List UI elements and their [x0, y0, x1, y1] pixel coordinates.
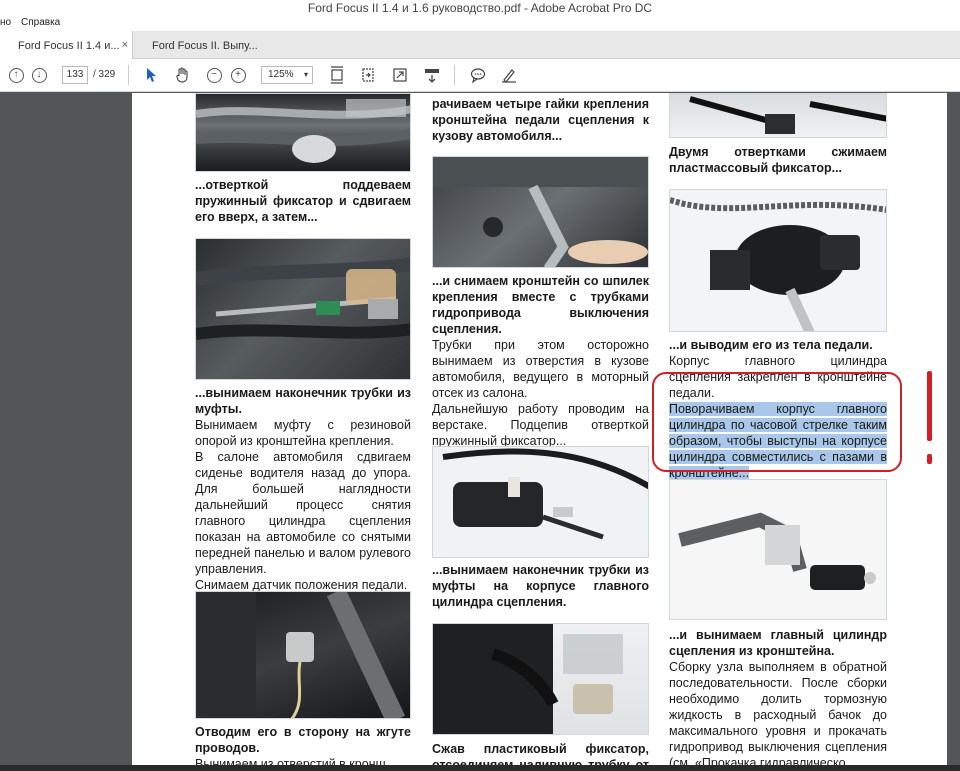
caption: ...и выводим его из тела педали.	[669, 338, 873, 352]
title-bar: Ford Focus II 1.4 и 1.6 руководство.pdf …	[0, 0, 960, 16]
zoom-in-icon[interactable]: +	[228, 65, 248, 85]
arrow-up-circle-icon[interactable]: ↑	[6, 65, 26, 85]
tab-bar: Ford Focus II 1.4 и... × Ford Focus II. …	[0, 31, 960, 59]
close-icon[interactable]: ×	[122, 39, 128, 51]
caption: рачиваем четыре гайки крепления кронштей…	[432, 97, 649, 143]
scroll-mode-icon[interactable]	[422, 65, 442, 85]
caption: Двумя отвертками сжимаем пластмассовый ф…	[669, 145, 887, 175]
zoom-out-icon[interactable]: −	[204, 65, 224, 85]
caption: ...вынимаем наконечник трубки из муфты н…	[432, 563, 649, 609]
taskbar	[0, 765, 960, 771]
photo-screwdrivers	[669, 93, 887, 138]
fit-page-icon[interactable]	[327, 65, 347, 85]
pointer-icon[interactable]	[142, 65, 162, 85]
toolbar-separator	[454, 65, 455, 85]
photo-pedal-sensor	[195, 591, 411, 719]
photo-pedal-bracket	[432, 156, 649, 268]
sign-icon[interactable]	[499, 65, 519, 85]
comment-icon[interactable]	[468, 65, 488, 85]
tab-label: Ford Focus II 1.4 и...	[18, 40, 120, 52]
photo-plastic-clip	[669, 189, 887, 332]
zoom-value: 125%	[268, 69, 294, 80]
caption: ...и снимаем кронштейн со шпилек креплен…	[432, 274, 649, 336]
paragraph: В салоне автомобиля сдвигаем сиденье вод…	[195, 450, 411, 576]
annotation-exclamation-dot	[927, 454, 932, 464]
fullscreen-icon[interactable]	[390, 65, 410, 85]
paragraph: Дальнейшую работу проводим на верстаке. …	[432, 402, 649, 448]
paragraph: Сборку узла выполняем в обратной последо…	[669, 660, 887, 770]
photo-filler-tube	[432, 623, 649, 735]
page-number-input[interactable]: 133	[62, 66, 88, 84]
page-count: / 329	[93, 69, 116, 80]
photo-master-cylinder-tube	[432, 446, 649, 558]
annotation-exclamation-bar	[927, 371, 932, 441]
chevron-down-icon: ▾	[303, 70, 308, 79]
annotation-box	[652, 372, 902, 472]
rotate-icon[interactable]	[358, 65, 378, 85]
arrow-down-circle-icon[interactable]: ↓	[29, 65, 49, 85]
window-title: Ford Focus II 1.4 и 1.6 руководство.pdf …	[307, 1, 653, 15]
menu-item-help[interactable]: Справка	[21, 17, 60, 28]
caption: ...и вынимаем главный цилиндр сцепления …	[669, 628, 887, 658]
photo-tube-coupling	[195, 238, 411, 380]
paragraph: Вынимаем муфту с резиновой опорой из кро…	[195, 418, 411, 448]
photo-master-cylinder-removed	[669, 479, 887, 620]
menu-item-view[interactable]: но	[0, 17, 11, 28]
tab-document-1[interactable]: Ford Focus II 1.4 и... ×	[0, 31, 133, 59]
toolbar: ↑ ↓ 133 / 329 − + 125% ▾	[0, 59, 960, 92]
paragraph: Трубки при этом осторожно вынимаем из от…	[432, 338, 649, 400]
tab-label: Ford Focus II. Выпу...	[152, 40, 258, 52]
tab-document-2[interactable]: Ford Focus II. Выпу...	[134, 31, 266, 59]
zoom-select[interactable]: 125% ▾	[261, 66, 313, 84]
caption: ...отверткой поддеваем пружинный фиксато…	[195, 178, 411, 224]
caption: Отводим его в сторону на жгуте проводов.	[195, 725, 411, 755]
menu-bar: но Справка	[0, 16, 960, 31]
caption: ...вынимаем наконечник трубки из муфты.	[195, 386, 411, 416]
photo-spring-clip	[195, 93, 411, 172]
toolbar-separator	[128, 65, 129, 85]
hand-icon[interactable]	[173, 65, 193, 85]
